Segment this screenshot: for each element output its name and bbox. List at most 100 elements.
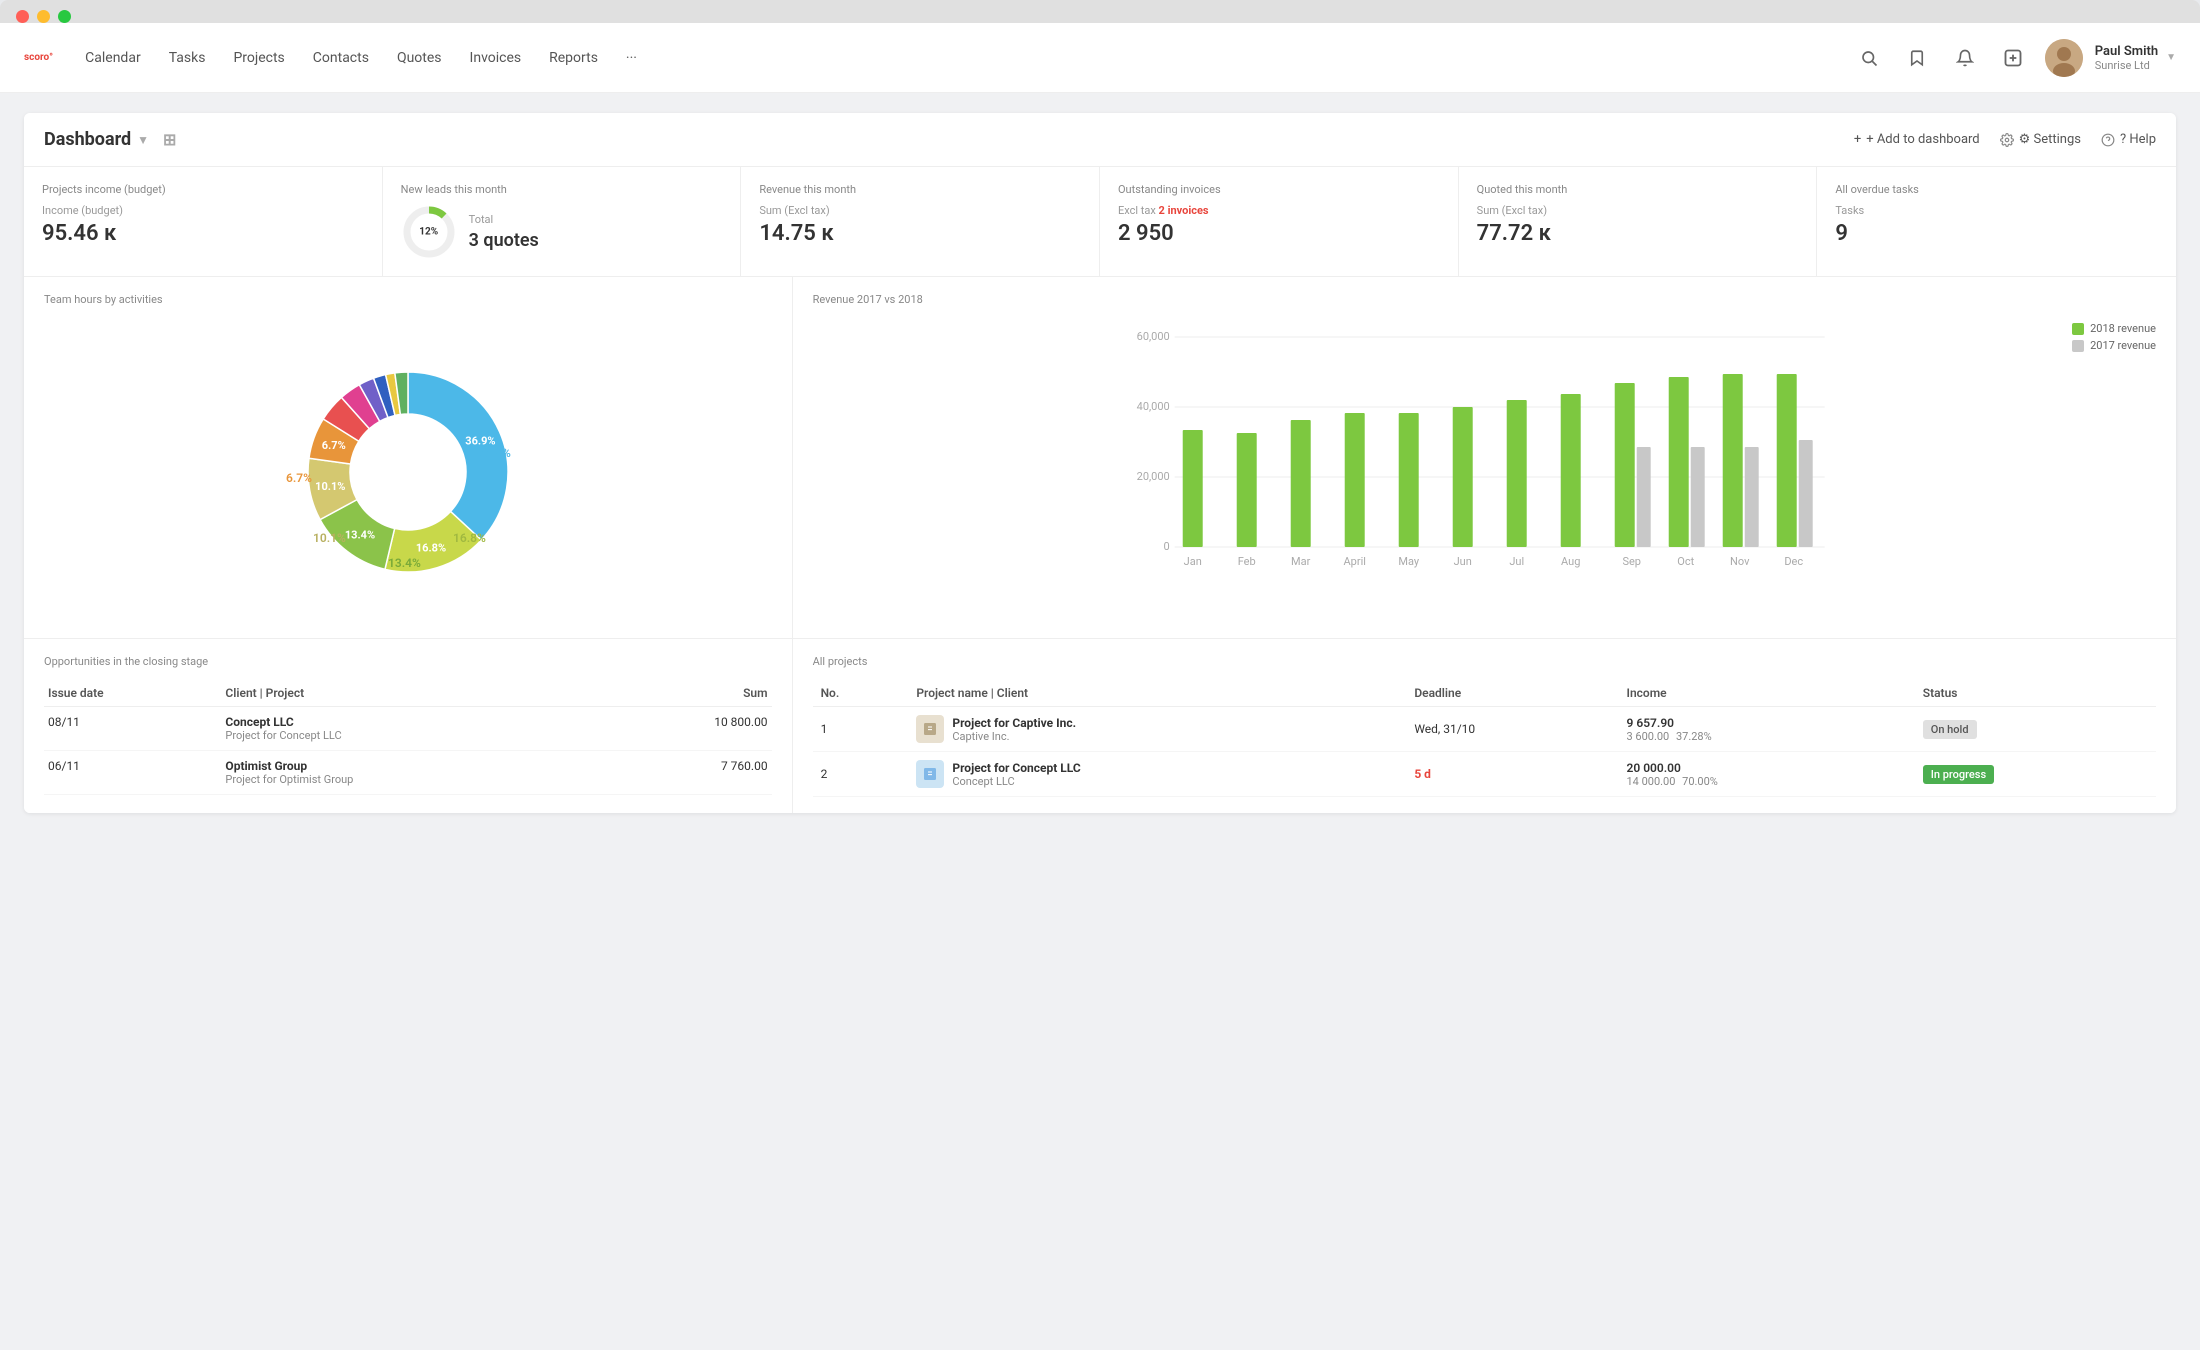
- nav-calendar[interactable]: Calendar: [85, 46, 141, 70]
- income-secondary-0: 3 600.00 37.28%: [1627, 730, 1907, 743]
- legend-label-2017: 2017 revenue: [2090, 339, 2156, 352]
- kpi-label-5: All overdue tasks: [1835, 183, 2158, 196]
- legend-2017: 2017 revenue: [2072, 339, 2156, 352]
- project-icon-1: [916, 760, 944, 788]
- proj-income-1: 20 000.00 14 000.00 70.00%: [1619, 752, 1915, 797]
- proj-no-0: 1: [813, 707, 909, 752]
- svg-text:16.8%: 16.8%: [416, 542, 446, 555]
- user-dropdown[interactable]: Paul Smith Sunrise Ltd ▼: [2045, 39, 2176, 77]
- svg-text:Dec: Dec: [1784, 555, 1803, 568]
- svg-text:Mar: Mar: [1291, 555, 1311, 568]
- kpi-sublabel-5: Tasks: [1835, 204, 2158, 217]
- help-button[interactable]: ? Help: [2101, 132, 2156, 147]
- filter-icon[interactable]: ⊞: [163, 130, 176, 149]
- opp-sum-0: 10 800.00: [600, 707, 771, 751]
- svg-text:13.4%: 13.4%: [345, 529, 375, 542]
- svg-text:Jun: Jun: [1453, 555, 1471, 568]
- nav-items: Calendar Tasks Projects Contacts Quotes …: [85, 46, 1853, 70]
- svg-text:May: May: [1398, 555, 1420, 568]
- user-chevron-icon: ▼: [2166, 52, 2176, 63]
- main-content: Dashboard ▼ ⊞ + + Add to dashboard ⚙ Set…: [0, 93, 2200, 1350]
- col-client-project: Client | Project: [221, 680, 600, 707]
- legend-label-2018: 2018 revenue: [2090, 322, 2156, 335]
- kpi-value-0: 95.46 к: [42, 221, 364, 246]
- kpi-value-3: 2 950: [1118, 221, 1440, 246]
- legend-2018: 2018 revenue: [2072, 322, 2156, 335]
- nav-projects[interactable]: Projects: [233, 46, 284, 70]
- nav-actions: Paul Smith Sunrise Ltd ▼: [1853, 39, 2176, 77]
- add-label: + Add to dashboard: [1866, 132, 1979, 147]
- opp-date-0: 08/11: [44, 707, 221, 751]
- bookmark-icon[interactable]: [1901, 42, 1933, 74]
- deadline-text-1: 5 d: [1414, 767, 1431, 781]
- close-button[interactable]: [16, 10, 29, 23]
- user-info: Paul Smith Sunrise Ltd: [2095, 44, 2158, 72]
- kpi-value-4: 77.72 к: [1477, 221, 1799, 246]
- opp-date-1: 06/11: [44, 751, 221, 795]
- kpi-revenue: Revenue this month Sum (Excl tax) 14.75 …: [741, 167, 1100, 276]
- kpi-label-4: Quoted this month: [1477, 183, 1799, 196]
- kpi-sublabel-0: Income (budget): [42, 204, 364, 217]
- add-icon[interactable]: [1997, 42, 2029, 74]
- svg-text:6.7%: 6.7%: [286, 471, 312, 485]
- proj-deadline-1: 5 d: [1406, 752, 1618, 797]
- svg-text:Feb: Feb: [1237, 555, 1255, 568]
- opp-sum-1: 7 760.00: [600, 751, 771, 795]
- table-row: 06/11 Optimist Group Project for Optimis…: [44, 751, 772, 795]
- nav-tasks[interactable]: Tasks: [169, 46, 206, 70]
- svg-text:Aug: Aug: [1561, 555, 1580, 568]
- nav-more[interactable]: ···: [626, 46, 637, 70]
- notifications-icon[interactable]: [1949, 42, 1981, 74]
- nav-quotes[interactable]: Quotes: [397, 46, 442, 70]
- nav-contacts[interactable]: Contacts: [313, 46, 369, 70]
- maximize-button[interactable]: [58, 10, 71, 23]
- nav-invoices[interactable]: Invoices: [470, 46, 522, 70]
- table-row: 1 Project for Captive Inc. Captive Inc.: [813, 707, 2156, 752]
- proj-col-income: Income: [1619, 680, 1915, 707]
- income-primary-0: 9 657.90: [1627, 716, 1907, 730]
- proj-col-name: Project name | Client: [908, 680, 1406, 707]
- bar-chart-container: 2018 revenue 2017 revenue 60,000 40,000 …: [813, 322, 2156, 586]
- kpi-quoted: Quoted this month Sum (Excl tax) 77.72 к: [1459, 167, 1818, 276]
- settings-button[interactable]: ⚙ Settings: [2000, 132, 2081, 147]
- dashboard-dropdown-icon[interactable]: ▼: [137, 133, 149, 147]
- kpi-label-2: Revenue this month: [759, 183, 1081, 196]
- proj-col-no: No.: [813, 680, 909, 707]
- nav-reports[interactable]: Reports: [549, 46, 598, 70]
- svg-text:10.1%: 10.1%: [313, 531, 346, 545]
- col-sum: Sum: [600, 680, 771, 707]
- team-hours-panel: Team hours by activities 36.9%16: [24, 277, 793, 638]
- donut-chart-svg: 36.9%16.8%13.4%10.1%6.7% 36.9% 16.8% 13.…: [258, 332, 558, 612]
- avatar: [2045, 39, 2083, 77]
- proj-status-1: In progress: [1915, 752, 2156, 797]
- project-name-text-0: Project for Captive Inc.: [952, 716, 1076, 730]
- user-company: Sunrise Ltd: [2095, 59, 2158, 72]
- donut-pct: 12%: [419, 227, 438, 238]
- search-icon[interactable]: [1853, 42, 1885, 74]
- kpi-label-1: New leads this month: [401, 183, 723, 196]
- invoices-highlight: 2 invoices: [1159, 204, 1209, 217]
- svg-text:36.9%: 36.9%: [478, 446, 511, 460]
- kpi-projects-income: Projects income (budget) Income (budget)…: [24, 167, 383, 276]
- kpi-value-2: 14.75 к: [759, 221, 1081, 246]
- col-issue-date: Issue date: [44, 680, 221, 707]
- minimize-button[interactable]: [37, 10, 50, 23]
- bar-chart-legend: 2018 revenue 2017 revenue: [2072, 322, 2156, 352]
- proj-name-cell-0: Project for Captive Inc. Captive Inc.: [908, 707, 1406, 752]
- svg-text:40,000: 40,000: [1136, 400, 1169, 413]
- table-row: 2 Project for Concept LLC Concept LLC: [813, 752, 2156, 797]
- dashboard-header: Dashboard ▼ ⊞ + + Add to dashboard ⚙ Set…: [24, 113, 2176, 167]
- project-name-text-1: Project for Concept LLC: [952, 761, 1080, 775]
- income-primary-1: 20 000.00: [1627, 761, 1907, 775]
- opp-client-1: Optimist Group Project for Optimist Grou…: [221, 751, 600, 795]
- kpi-overdue: All overdue tasks Tasks 9: [1817, 167, 2176, 276]
- status-badge-0: On hold: [1923, 720, 1977, 739]
- logo[interactable]: scoro°: [24, 52, 53, 63]
- proj-deadline-0: Wed, 31/10: [1406, 707, 1618, 752]
- kpi-sublabel-1: Total: [469, 213, 539, 226]
- window-chrome: [0, 0, 2200, 23]
- svg-text:60,000: 60,000: [1136, 330, 1169, 343]
- svg-text:10.1%: 10.1%: [315, 480, 345, 493]
- add-to-dashboard-button[interactable]: + + Add to dashboard: [1854, 132, 1980, 147]
- kpi-new-leads: New leads this month 12% Total 3 quotes: [383, 167, 742, 276]
